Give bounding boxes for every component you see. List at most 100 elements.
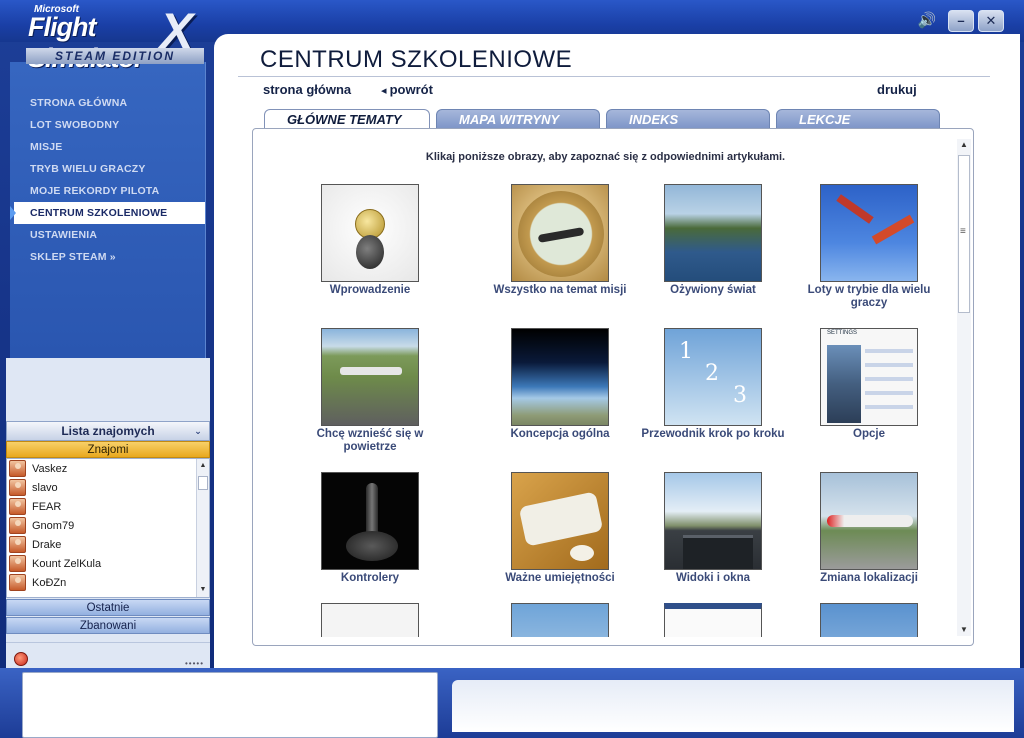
tab-site-map[interactable]: MAPA WITRYNY xyxy=(436,109,600,129)
friends-panel: Lista znajomych ⌄ Znajomi Vaskez slavo F… xyxy=(6,421,210,672)
nav-item-pilot-records[interactable]: MOJE REKORDY PILOTA xyxy=(10,180,205,202)
topic-caption: Kontrolery xyxy=(340,572,400,584)
topic-partial[interactable] xyxy=(290,603,450,637)
friends-list-title: Lista znajomych xyxy=(61,424,155,438)
topic-takeoff[interactable]: Chcę wznieść się w powietrze xyxy=(290,328,450,454)
friend-row[interactable]: Gnom79 xyxy=(7,516,209,535)
nav-item-free-flight[interactable]: LOT SWOBODNY xyxy=(10,114,205,136)
avatar-icon xyxy=(9,555,26,572)
scroll-thumb[interactable] xyxy=(198,476,208,490)
back-link[interactable]: powrót xyxy=(381,82,433,97)
airshow-image xyxy=(820,184,918,282)
settings-slider xyxy=(865,377,913,381)
avatar-icon xyxy=(9,517,26,534)
topic-views-windows[interactable]: Widoki i okna xyxy=(633,472,793,585)
key-tag xyxy=(356,235,384,269)
tab-recent[interactable]: Ostatnie xyxy=(6,599,210,616)
tab-friends[interactable]: Znajomi xyxy=(6,441,210,458)
airport-jet-image xyxy=(820,472,918,570)
mission-badge-icon xyxy=(511,184,609,282)
friends-list: Vaskez slavo FEAR Gnom79 Drake Kount Zel… xyxy=(6,458,210,598)
tab-lessons[interactable]: LEKCJE xyxy=(776,109,940,129)
sky-image xyxy=(511,603,609,637)
topic-introduction[interactable]: Wprowadzenie xyxy=(290,184,450,297)
key-icon xyxy=(321,184,419,282)
scroll-down-icon[interactable]: ▼ xyxy=(957,624,971,636)
nav-item-steam-store[interactable]: SKLEP STEAM » xyxy=(10,246,205,268)
topic-controllers[interactable]: Kontrolery xyxy=(290,472,450,585)
topic-caption: Loty w trybie dla wielu graczy xyxy=(807,284,931,309)
topic-options[interactable]: SETTINGS Opcje xyxy=(789,328,949,441)
avatar-icon xyxy=(9,479,26,496)
steps-image: 1 2 3 xyxy=(664,328,762,426)
avatar-icon xyxy=(9,574,26,591)
friend-row[interactable]: slavo xyxy=(7,478,209,497)
tab-banned[interactable]: Zbanowani xyxy=(6,617,210,634)
settings-screen-label: SETTINGS xyxy=(827,330,858,336)
topics-scroll-area: Klikaj poniższe obrazy, aby zapoznać się… xyxy=(253,137,958,637)
topic-multiplayer[interactable]: Loty w trybie dla wielu graczy xyxy=(789,184,949,310)
avatar-icon xyxy=(9,536,26,553)
intro-text: Klikaj poniższe obrazy, aby zapoznać się… xyxy=(425,151,786,163)
topic-general-concept[interactable]: Koncepcja ogólna xyxy=(480,328,640,441)
topic-missions[interactable]: Wszystko na temat misji xyxy=(480,184,640,297)
close-button[interactable]: ✕ xyxy=(978,10,1004,32)
joystick-image xyxy=(321,472,419,570)
jet-shape xyxy=(827,515,913,527)
topic-caption: Wszystko na temat misji xyxy=(493,284,627,296)
scroll-thumb[interactable] xyxy=(958,155,970,313)
friend-row[interactable]: Kount ZelKula xyxy=(7,554,209,573)
nav-item-settings[interactable]: USTAWIENIA xyxy=(10,224,205,246)
main-navigation: STRONA GŁÓWNA LOT SWOBODNY MISJE TRYB WI… xyxy=(10,62,206,358)
speaker-icon[interactable]: 🔊 xyxy=(916,10,938,32)
home-link[interactable]: strona główna xyxy=(263,82,351,97)
settings-slider xyxy=(865,391,913,395)
friend-row[interactable]: Vaskez xyxy=(7,459,209,478)
harbor-image xyxy=(664,184,762,282)
nav-item-missions[interactable]: MISJE xyxy=(10,136,205,158)
step-number: 2 xyxy=(705,361,719,386)
nav-item-multiplayer[interactable]: TRYB WIELU GRACZY xyxy=(10,158,205,180)
plane-red xyxy=(871,214,915,245)
scroll-down-icon[interactable]: ▼ xyxy=(197,583,209,597)
friend-name: Drake xyxy=(32,538,62,551)
topic-partial[interactable] xyxy=(633,603,793,637)
chevron-down-icon[interactable]: ⌄ xyxy=(191,424,205,438)
topic-partial[interactable] xyxy=(480,603,640,637)
topics-panel: Klikaj poniższe obrazy, aby zapoznać się… xyxy=(252,128,974,646)
minimize-button[interactable]: – xyxy=(948,10,974,32)
mouse-shape xyxy=(570,545,594,561)
friend-row[interactable]: Drake xyxy=(7,535,209,554)
topic-key-skills[interactable]: Ważne umiejętności xyxy=(480,472,640,585)
friend-row[interactable]: FEAR xyxy=(7,497,209,516)
plane-white xyxy=(340,367,402,375)
resize-grip-icon[interactable]: ••••• xyxy=(185,659,204,668)
scroll-up-icon[interactable]: ▲ xyxy=(197,459,209,473)
settings-screen-image: SETTINGS xyxy=(820,328,918,426)
topic-caption: Zmiana lokalizacji xyxy=(820,572,918,584)
friends-scrollbar[interactable]: ▲ ▼ xyxy=(196,459,209,597)
friend-name: Vaskez xyxy=(32,462,68,475)
document-sketch-image xyxy=(321,603,419,637)
online-status-icon[interactable] xyxy=(14,652,28,666)
topic-living-world[interactable]: Ożywiony świat xyxy=(633,184,793,297)
friend-row[interactable]: KoĐZn xyxy=(7,573,209,592)
topics-scrollbar[interactable]: ▲ ▼ xyxy=(957,139,971,636)
topic-change-location[interactable]: Zmiana lokalizacji xyxy=(789,472,949,585)
app-window: Microsoft Flight Simulator X STEAM EDITI… xyxy=(0,0,1024,738)
tab-main-topics[interactable]: GŁÓWNE TEMATY xyxy=(264,109,430,129)
keyboard-shape xyxy=(518,491,604,547)
step-number: 1 xyxy=(679,339,693,364)
nav-item-learning-center[interactable]: CENTRUM SZKOLENIOWE xyxy=(10,202,205,224)
takeoff-image xyxy=(321,328,419,426)
chat-input[interactable] xyxy=(22,672,438,738)
print-link[interactable]: drukuj xyxy=(877,82,917,97)
topic-step-by-step[interactable]: 1 2 3 Przewodnik krok po kroku xyxy=(633,328,793,441)
topic-partial[interactable] xyxy=(789,603,949,637)
settings-slider xyxy=(865,363,913,367)
nav-item-home[interactable]: STRONA GŁÓWNA xyxy=(10,92,205,114)
avatar-icon xyxy=(9,498,26,515)
scroll-up-icon[interactable]: ▲ xyxy=(957,139,971,151)
friends-list-dropdown[interactable]: Lista znajomych ⌄ xyxy=(6,421,210,441)
tab-index[interactable]: INDEKS xyxy=(606,109,770,129)
